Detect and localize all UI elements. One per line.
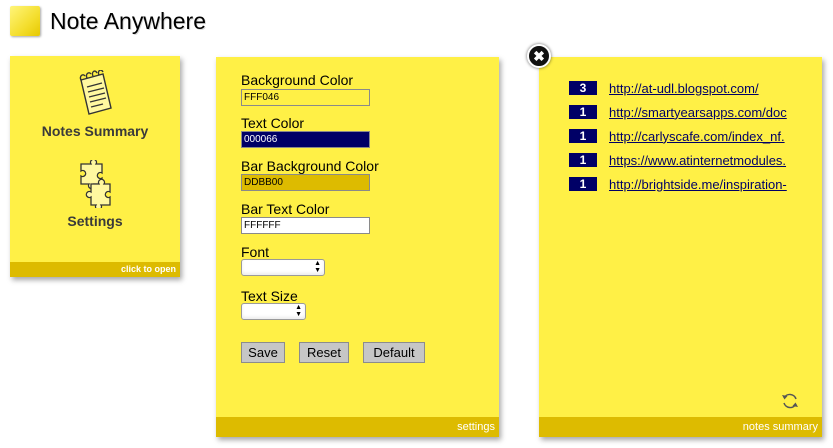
note-count-badge: 1 xyxy=(569,129,597,143)
launcher-bar[interactable]: click to open xyxy=(10,262,180,277)
settings-bar[interactable]: settings xyxy=(216,417,499,437)
save-button[interactable]: Save xyxy=(241,342,285,363)
puzzle-icon xyxy=(80,158,111,211)
page-link[interactable]: http://carlyscafe.com/index_nf. xyxy=(609,129,799,144)
bar-background-color-input[interactable] xyxy=(241,174,370,191)
page-link[interactable]: https://www.atinternetmodules. xyxy=(609,153,799,168)
select-arrows-icon: ▲ ▼ xyxy=(314,260,321,274)
notepad-icon xyxy=(79,69,112,115)
notes-summary-note: 3 http://at-udl.blogspot.com/ 1 http://s… xyxy=(539,57,822,437)
background-color-input[interactable] xyxy=(241,89,370,106)
summary-row: 1 http://smartyearsapps.com/doc xyxy=(569,104,799,120)
background-color-label: Background Color xyxy=(241,72,354,88)
font-label: Font xyxy=(241,244,270,260)
text-color-input[interactable] xyxy=(241,131,370,148)
settings-note: Background Color Text Color Bar Backgrou… xyxy=(216,57,499,437)
launcher-note[interactable]: Notes Summary Settings click to open xyxy=(10,56,180,277)
app-header: Note Anywhere xyxy=(10,4,206,38)
font-select[interactable]: ▲ ▼ xyxy=(241,259,325,276)
bar-background-color-label: Bar Background Color xyxy=(241,158,379,174)
bar-text-color-label: Bar Text Color xyxy=(241,201,330,217)
page-link[interactable]: http://brightside.me/inspiration- xyxy=(609,177,799,192)
page-link[interactable]: http://at-udl.blogspot.com/ xyxy=(609,81,799,96)
note-count-badge: 1 xyxy=(569,153,597,167)
summary-row: 3 http://at-udl.blogspot.com/ xyxy=(569,80,799,96)
refresh-icon[interactable] xyxy=(780,391,800,411)
notes-summary-label: Notes Summary xyxy=(41,123,149,139)
note-count-badge: 1 xyxy=(569,105,597,119)
bar-text-color-input[interactable] xyxy=(241,217,370,234)
settings-label: Settings xyxy=(67,213,123,229)
select-arrows-icon: ▲ ▼ xyxy=(295,304,302,318)
settings-menu-item[interactable]: Settings xyxy=(10,158,180,229)
summary-row: 1 http://carlyscafe.com/index_nf. xyxy=(569,128,799,144)
page-link[interactable]: http://smartyearsapps.com/doc xyxy=(609,105,799,120)
summary-row: 1 http://brightside.me/inspiration- xyxy=(569,176,799,192)
default-button[interactable]: Default xyxy=(363,342,425,363)
note-count-badge: 3 xyxy=(569,81,597,95)
text-color-label: Text Color xyxy=(241,115,305,131)
sticky-note-logo-icon xyxy=(10,6,40,36)
notes-summary-menu-item[interactable]: Notes Summary xyxy=(10,69,180,139)
text-size-label: Text Size xyxy=(241,288,298,304)
close-icon[interactable]: ✖ xyxy=(527,44,551,68)
app-title: Note Anywhere xyxy=(50,7,206,34)
text-size-select[interactable]: ▲ ▼ xyxy=(241,303,306,320)
summary-row: 1 https://www.atinternetmodules. xyxy=(569,152,799,168)
note-count-badge: 1 xyxy=(569,177,597,191)
summary-bar[interactable]: notes summary xyxy=(539,417,822,437)
reset-button[interactable]: Reset xyxy=(299,342,349,363)
